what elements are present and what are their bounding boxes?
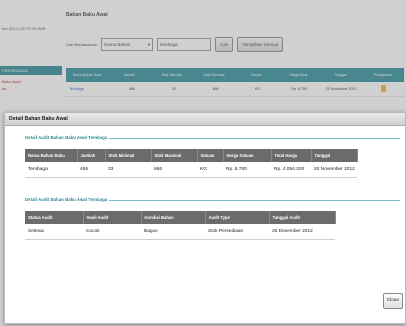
column-header: Kondisi Bahan — [141, 211, 206, 224]
table-cell: Cocok — [83, 224, 141, 240]
column-header: Total Harga — [271, 149, 312, 162]
close-button[interactable]: Close — [382, 293, 403, 309]
table-row: Selesai Cocok Bagus Stok Persediaan 26 D… — [25, 224, 335, 240]
column-header: Nama Bahan Baku — [25, 149, 78, 162]
table-row: Tembaga 466 33 666 KG Rp. 8.700 Rp. 4.05… — [25, 162, 357, 178]
table-cell: Rp. 4.054.200 — [271, 162, 311, 178]
column-header: Harga Satuan — [223, 149, 272, 162]
detail-dialog: Detail Bahan Baku Awal Detail Audit Baha… — [4, 112, 406, 324]
section-legend: Detail Audit Bahan Baku Awal Tembaga — [25, 197, 110, 202]
table-cell: 20 November 2012 — [311, 162, 357, 178]
column-header: Tanggal — [311, 149, 358, 162]
column-header: Tanggal Audit — [269, 211, 336, 224]
column-header: Audit Type — [205, 211, 270, 224]
dialog-title: Detail Bahan Baku Awal — [5, 113, 405, 126]
table-cell: Stok Persediaan — [205, 224, 269, 240]
table-cell: 666 — [151, 162, 197, 178]
column-header: Satuan — [197, 149, 224, 162]
stock-detail-table: Nama Bahan Baku Jumlah Stok Minimal Stok… — [25, 149, 358, 178]
table-header-row: Status Audit Hasil Audit Kondisi Bahan A… — [25, 211, 336, 224]
table-cell: 33 — [105, 162, 151, 178]
column-header: Jumlah — [77, 149, 106, 162]
column-header: Status Audit — [25, 211, 84, 224]
section-legend: Detail Audit Bahan Baku Awal Tembaga — [25, 135, 110, 140]
table-cell: Selesai — [25, 224, 83, 240]
table-cell: 466 — [77, 162, 105, 178]
audit-result-table: Status Audit Hasil Audit Kondisi Bahan A… — [25, 211, 336, 240]
table-cell: 26 Desember 2012 — [269, 224, 335, 240]
table-cell: Rp. 8.700 — [223, 162, 271, 178]
audit-section-stock: Detail Audit Bahan Baku Awal Tembaga Nam… — [25, 135, 400, 195]
audit-section-result: Detail Audit Bahan Baku Awal Tembaga Sta… — [25, 197, 400, 257]
column-header: Stok Minimal — [105, 149, 152, 162]
column-header: Hasil Audit — [83, 211, 142, 224]
table-cell: KG — [197, 162, 223, 178]
table-cell: Tembaga — [25, 162, 77, 178]
column-header: Stok Maximal — [151, 149, 198, 162]
table-cell: Bagus — [141, 224, 205, 240]
table-header-row: Nama Bahan Baku Jumlah Stok Minimal Stok… — [25, 149, 358, 162]
